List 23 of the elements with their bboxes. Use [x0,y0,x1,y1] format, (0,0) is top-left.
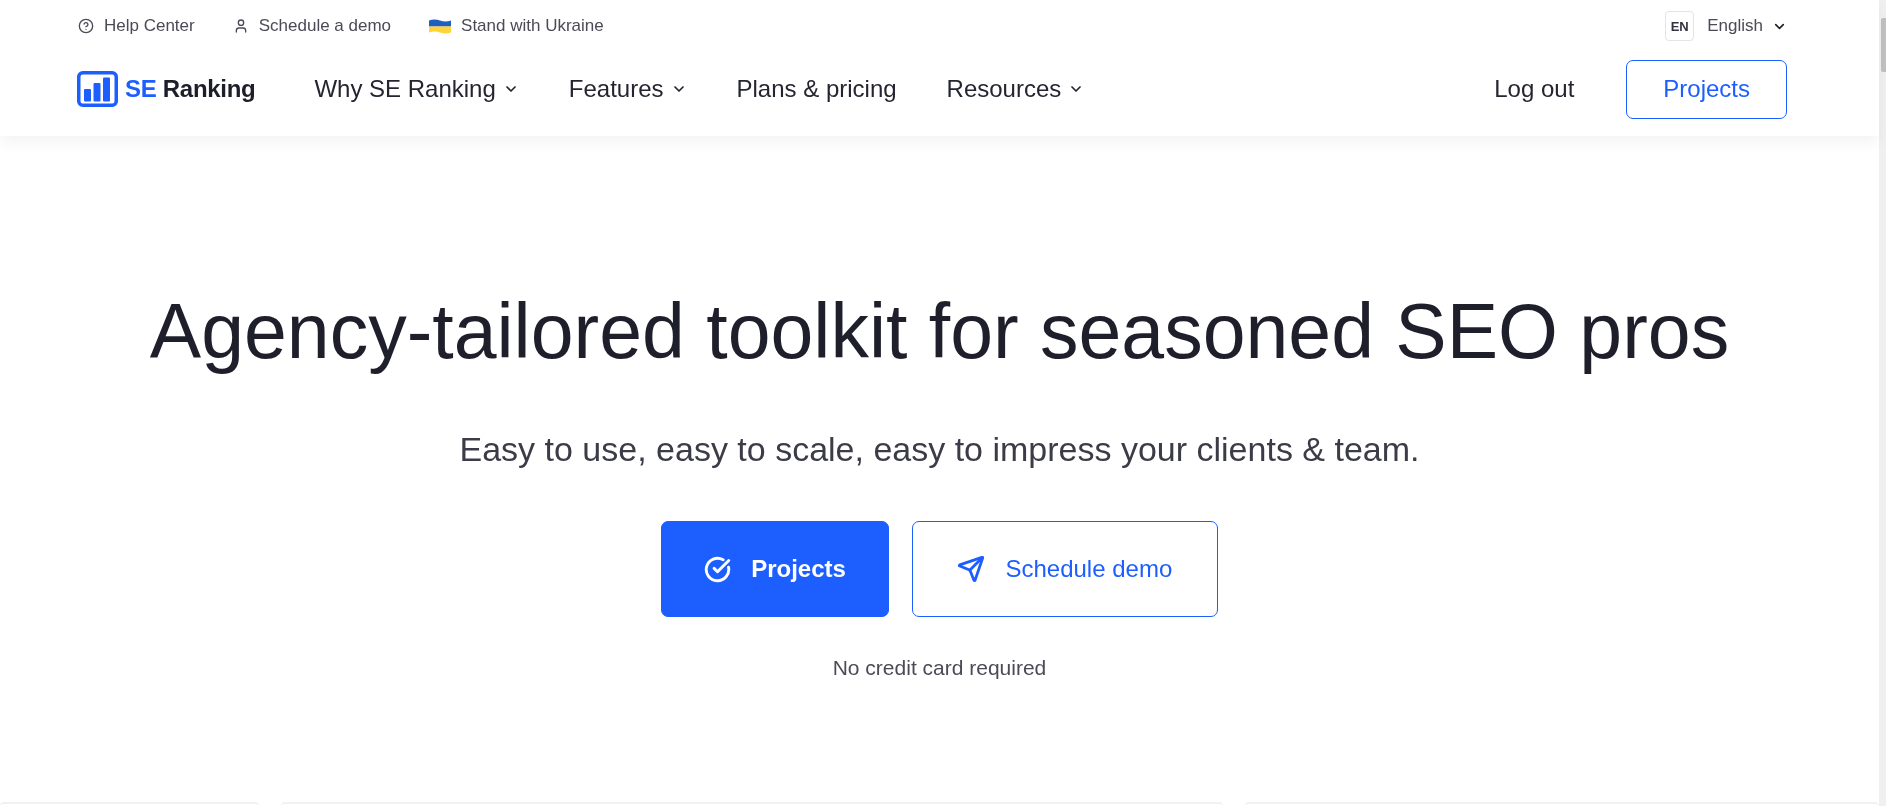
nav-menu-item[interactable]: Features [568,75,687,103]
help-icon [78,18,94,34]
top-bar-link[interactable]: Stand with Ukraine [429,16,604,36]
top-bar-link[interactable]: Help Center [78,16,195,36]
projects-button[interactable]: Projects [1626,59,1787,119]
hero-heading: Agency-tailored toolkit for seasoned SEO pros [149,287,1730,376]
language-code: EN [1665,11,1695,41]
log-out-link[interactable]: Log out [1494,75,1575,103]
logo-wordmark[interactable]: SE Ranking [125,75,256,103]
language-dropdown[interactable]: English [1707,16,1787,36]
hero-subtitle: Easy to use, easy to scale, easy to impress your clients & team. [459,429,1420,470]
projects-button[interactable]: Projects [661,521,889,617]
check-circle-icon [704,555,732,583]
nav-menu-item[interactable]: Why SE Ranking [314,75,519,103]
flag-icon [429,18,452,34]
nav-menu-item[interactable]: Plans & pricing [736,75,897,103]
scrollbar-thumb[interactable] [1881,18,1886,72]
paper-plane-icon [957,555,986,583]
nav-menu-item[interactable]: Resources [946,75,1085,103]
bar-chart-icon[interactable] [77,71,118,107]
schedule-demo-button[interactable]: Schedule demo [911,521,1218,617]
top-bar-link[interactable]: Schedule a demo [232,16,392,36]
no-credit-card-note: No credit card required [832,656,1047,680]
